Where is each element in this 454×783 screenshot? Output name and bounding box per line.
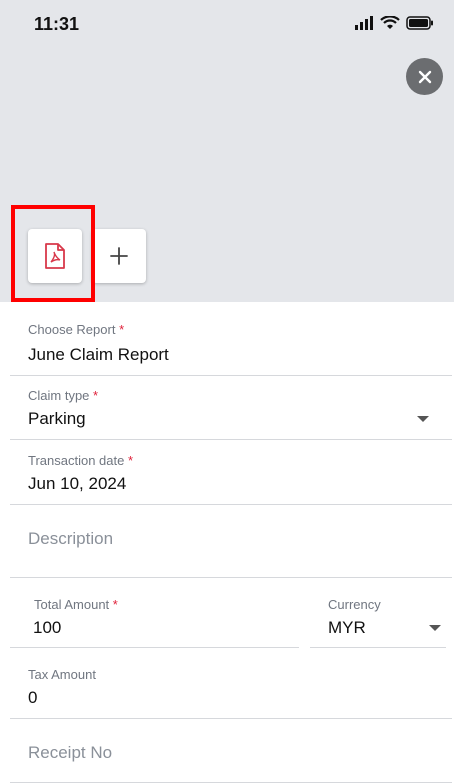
currency-value: MYR bbox=[328, 618, 366, 637]
choose-report-field[interactable]: Choose Report * June Claim Report bbox=[10, 312, 452, 376]
cellular-signal-icon bbox=[355, 16, 373, 30]
claim-type-select[interactable]: Claim type * Parking bbox=[10, 376, 452, 440]
receipt-no-input[interactable]: Receipt No bbox=[10, 719, 452, 783]
total-amount-value: 100 bbox=[33, 618, 62, 637]
tax-amount-label: Tax Amount bbox=[28, 667, 96, 682]
status-time: 11:31 bbox=[34, 14, 80, 34]
tax-amount-value: 0 bbox=[28, 688, 38, 707]
choose-report-label: Choose Report * bbox=[28, 322, 125, 337]
status-icons bbox=[354, 16, 434, 30]
claim-type-value: Parking bbox=[28, 409, 86, 428]
description-placeholder: Description bbox=[28, 529, 114, 548]
chevron-down-icon bbox=[429, 625, 441, 631]
transaction-date-field[interactable]: Transaction date * Jun 10, 2024 bbox=[10, 440, 452, 505]
receipt-no-placeholder: Receipt No bbox=[28, 743, 113, 762]
claim-type-label: Claim type * bbox=[28, 388, 99, 403]
chevron-down-icon bbox=[417, 416, 429, 422]
battery-icon bbox=[406, 16, 433, 30]
close-button[interactable] bbox=[406, 58, 443, 95]
wifi-icon bbox=[380, 16, 400, 29]
close-icon bbox=[418, 70, 431, 83]
transaction-date-value: Jun 10, 2024 bbox=[28, 474, 127, 493]
description-input[interactable]: Description bbox=[10, 505, 452, 578]
tax-amount-field[interactable]: Tax Amount 0 bbox=[10, 654, 452, 719]
attachment-highlight bbox=[11, 205, 95, 302]
transaction-date-label: Transaction date * bbox=[28, 453, 134, 468]
currency-label: Currency bbox=[328, 597, 381, 612]
total-amount-label: Total Amount * bbox=[34, 597, 118, 612]
plus-icon bbox=[110, 247, 128, 265]
add-attachment-button[interactable] bbox=[92, 229, 146, 283]
total-amount-field[interactable]: Total Amount * 100 bbox=[10, 578, 299, 648]
choose-report-value: June Claim Report bbox=[28, 345, 169, 364]
currency-select[interactable]: Currency MYR bbox=[310, 578, 446, 648]
